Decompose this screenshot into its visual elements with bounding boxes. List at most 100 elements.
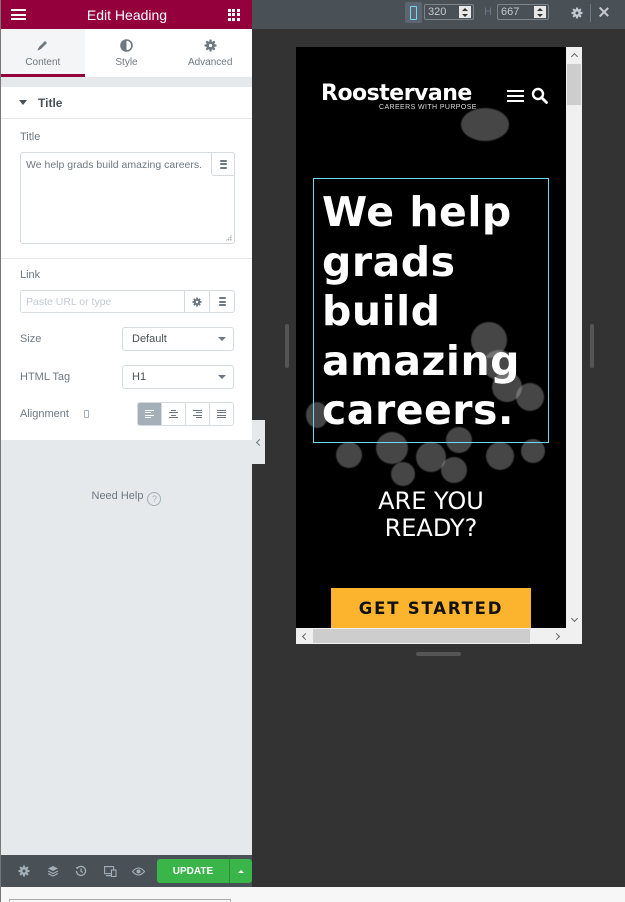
site-menu-icon[interactable]	[507, 90, 524, 102]
section-title-toggle[interactable]: Title	[1, 87, 252, 119]
scroll-down-arrow[interactable]	[566, 612, 582, 628]
need-help-link[interactable]: Need Help?	[1, 490, 252, 506]
link-label: Link	[20, 269, 41, 281]
width-spinner[interactable]	[459, 6, 471, 18]
link-input[interactable]	[21, 291, 184, 312]
chevron-down-icon	[218, 337, 226, 341]
chevron-left-icon	[301, 632, 310, 640]
height-spinner[interactable]	[534, 6, 546, 18]
subheading-line-1: ARE YOU	[378, 487, 484, 515]
save-options-button[interactable]	[228, 859, 252, 883]
site-logo[interactable]: Roostervane	[321, 81, 472, 106]
collapse-panel-button[interactable]	[252, 420, 265, 464]
align-right-button[interactable]	[185, 403, 209, 425]
half-circle-icon	[120, 38, 134, 52]
horizontal-scroll-thumb[interactable]	[313, 629, 530, 643]
panel-title: Edit Heading	[86, 6, 168, 23]
tab-style[interactable]: Style	[85, 29, 169, 77]
responsive-settings-icon[interactable]	[571, 6, 583, 24]
mobile-device-icon[interactable]	[83, 410, 89, 418]
chevron-left-icon	[255, 438, 264, 446]
widgets-grid-icon[interactable]	[227, 8, 240, 21]
responsive-mode-icon[interactable]	[96, 855, 125, 887]
close-icon[interactable]	[598, 5, 610, 19]
bottom-resize-handle[interactable]	[416, 652, 461, 656]
scroll-up-arrow[interactable]	[566, 47, 582, 63]
navigator-layers-icon[interactable]	[39, 855, 68, 887]
database-icon	[218, 297, 226, 306]
html-tag-label: HTML Tag	[20, 371, 71, 383]
size-label: Size	[20, 333, 42, 345]
preview-frame: Roostervane CAREERS WITH PURPOSE We help…	[296, 47, 582, 644]
height-input[interactable]: 667	[497, 4, 549, 20]
tab-advanced[interactable]: Advanced	[168, 29, 252, 77]
link-options-button[interactable]	[184, 291, 209, 312]
link-field-wrapper	[20, 290, 235, 313]
link-dynamic-tags-button[interactable]	[209, 291, 234, 312]
vertical-scroll-thumb[interactable]	[567, 64, 581, 105]
gear-icon	[192, 296, 202, 307]
panel-header: Edit Heading	[1, 0, 252, 29]
right-resize-handle[interactable]	[590, 324, 594, 368]
height-label: H	[484, 6, 492, 18]
gear-icon	[203, 38, 217, 52]
subheading-line-2: READY?	[384, 514, 478, 542]
site-search-icon[interactable]	[531, 87, 548, 109]
tab-style-label: Style	[115, 57, 138, 68]
alignment-label-wrapper: Alignment	[20, 408, 89, 420]
caret-up-icon	[237, 869, 244, 873]
scroll-left-arrow[interactable]	[296, 628, 312, 644]
toolbar-divider	[590, 4, 591, 22]
hero-subheading: ARE YOU READY?	[296, 488, 566, 542]
width-input[interactable]: 320	[424, 4, 474, 20]
database-icon	[219, 159, 227, 169]
html-tag-select[interactable]: H1	[122, 365, 234, 389]
width-value: 320	[428, 6, 447, 18]
responsive-toolbar: 320 H 667	[252, 0, 625, 29]
site-hero: Roostervane CAREERS WITH PURPOSE We help…	[296, 47, 566, 628]
alignment-label: Alignment	[20, 408, 69, 420]
update-button[interactable]: UPDATE	[156, 859, 229, 883]
device-mobile-button[interactable]	[405, 2, 422, 23]
chevron-right-icon	[552, 632, 561, 640]
get-started-button[interactable]: GET STARTED	[331, 588, 531, 628]
align-left-button[interactable]	[138, 403, 161, 425]
left-resize-handle[interactable]	[285, 324, 289, 368]
size-select-value: Default	[132, 333, 167, 345]
hero-heading[interactable]: We help grads build amazing careers.	[322, 188, 552, 436]
mobile-device-icon	[410, 5, 417, 20]
align-justify-icon	[217, 410, 226, 418]
scroll-right-arrow[interactable]	[550, 628, 566, 644]
settings-icon[interactable]	[10, 855, 39, 887]
menu-hamburger-icon[interactable]	[11, 9, 26, 20]
panel-tabs: Content Style Advanced	[1, 29, 252, 77]
panel-footer: UPDATE	[1, 855, 252, 887]
chevron-up-icon	[570, 52, 578, 61]
preview-eye-icon[interactable]	[124, 855, 153, 887]
align-center-icon	[169, 410, 178, 418]
tab-content-label: Content	[25, 57, 61, 68]
alignment-choices	[137, 402, 234, 426]
title-textarea[interactable]	[21, 153, 234, 243]
dynamic-tags-button[interactable]	[211, 152, 235, 176]
vertical-scrollbar[interactable]	[566, 47, 582, 628]
align-left-icon	[145, 410, 154, 418]
caret-down-icon	[19, 100, 27, 105]
bottom-strip	[0, 887, 625, 902]
align-justify-button[interactable]	[209, 403, 233, 425]
site-tagline: CAREERS WITH PURPOSE	[379, 104, 477, 111]
pencil-icon	[36, 38, 50, 52]
align-right-icon	[193, 410, 202, 418]
controls-section: Title Title Link	[1, 87, 252, 440]
question-circle-icon: ?	[147, 492, 162, 506]
need-help-label: Need Help	[91, 490, 144, 502]
tab-advanced-label: Advanced	[187, 57, 233, 68]
horizontal-scrollbar[interactable]	[296, 628, 566, 644]
section-title: Title	[38, 95, 63, 110]
size-select[interactable]: Default	[122, 327, 234, 351]
history-icon[interactable]	[67, 855, 96, 887]
editor-panel: Edit Heading Content Style Advanced Titl…	[0, 0, 252, 887]
title-field-wrapper	[20, 152, 235, 244]
align-center-button[interactable]	[161, 403, 185, 425]
tab-content[interactable]: Content	[1, 29, 85, 77]
